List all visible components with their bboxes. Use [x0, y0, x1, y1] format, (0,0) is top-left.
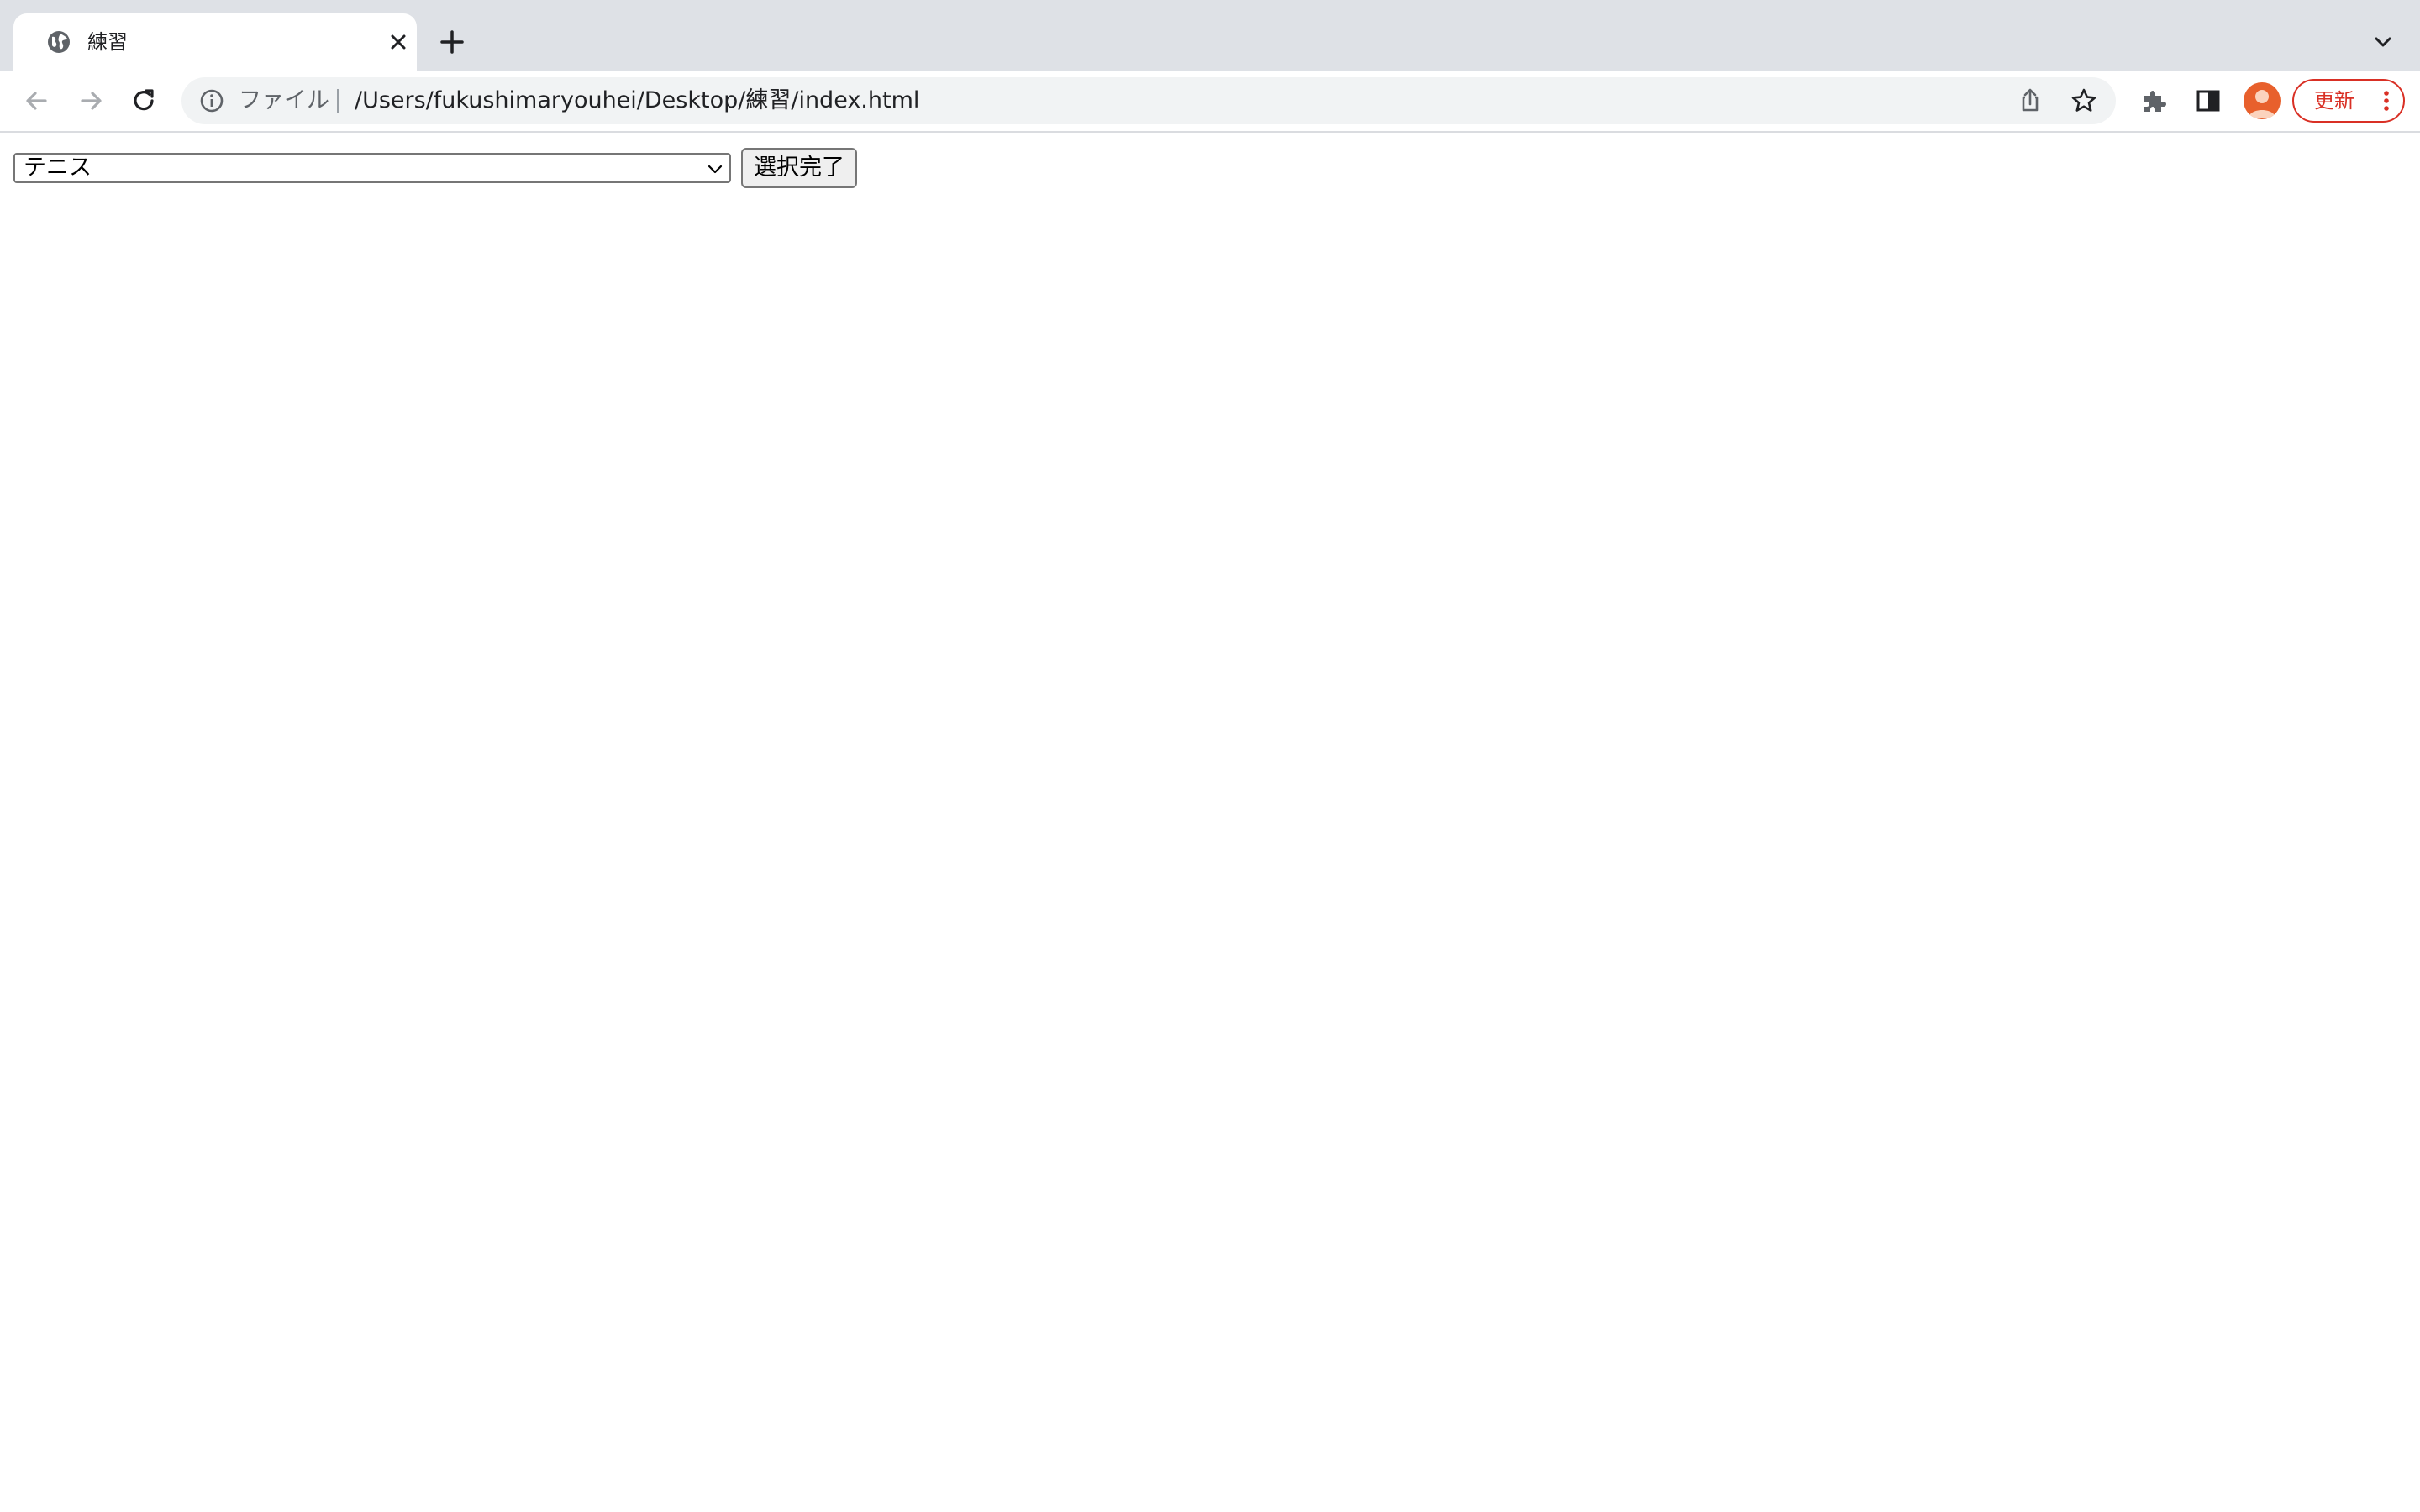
star-icon[interactable] — [2069, 86, 2099, 116]
sport-select[interactable]: テニス — [13, 153, 731, 183]
forward-arrow-icon[interactable] — [74, 84, 108, 118]
profile-avatar-icon[interactable] — [2244, 82, 2281, 119]
kebab-menu-icon — [2384, 91, 2389, 111]
url-separator — [337, 89, 339, 113]
close-icon[interactable] — [387, 30, 410, 54]
person-icon — [2249, 90, 2275, 118]
tab-title: 練習 — [87, 30, 128, 54]
share-icon[interactable] — [2015, 86, 2045, 116]
browser-toolbar: ファイル /Users/fukushimaryouhei/Desktop/練習/… — [0, 71, 2420, 133]
info-icon[interactable] — [198, 87, 225, 114]
chevron-down-icon — [708, 165, 723, 174]
browser-tab[interactable]: 練習 — [13, 13, 417, 71]
tab-strip: 練習 — [0, 0, 2420, 71]
update-button[interactable]: 更新 — [2292, 79, 2405, 123]
sport-select-value: テニス — [24, 155, 92, 181]
update-button-label: 更新 — [2314, 89, 2354, 113]
back-arrow-icon[interactable] — [20, 84, 54, 118]
side-panel-icon[interactable] — [2191, 84, 2225, 118]
puzzle-icon[interactable] — [2138, 84, 2171, 118]
new-tab-plus-icon[interactable] — [437, 27, 467, 57]
address-bar[interactable]: ファイル /Users/fukushimaryouhei/Desktop/練習/… — [182, 77, 2116, 124]
submit-button[interactable]: 選択完了 — [741, 148, 857, 188]
url-scheme-label: ファイル — [239, 87, 329, 113]
chevron-down-icon[interactable] — [2370, 29, 2396, 55]
reload-icon[interactable] — [128, 84, 161, 118]
url-text[interactable]: /Users/fukushimaryouhei/Desktop/練習/index… — [355, 77, 919, 124]
globe-icon — [48, 31, 70, 53]
page-content: テニス 選択完了 — [0, 133, 2420, 1512]
submit-button-label: 選択完了 — [754, 155, 844, 181]
